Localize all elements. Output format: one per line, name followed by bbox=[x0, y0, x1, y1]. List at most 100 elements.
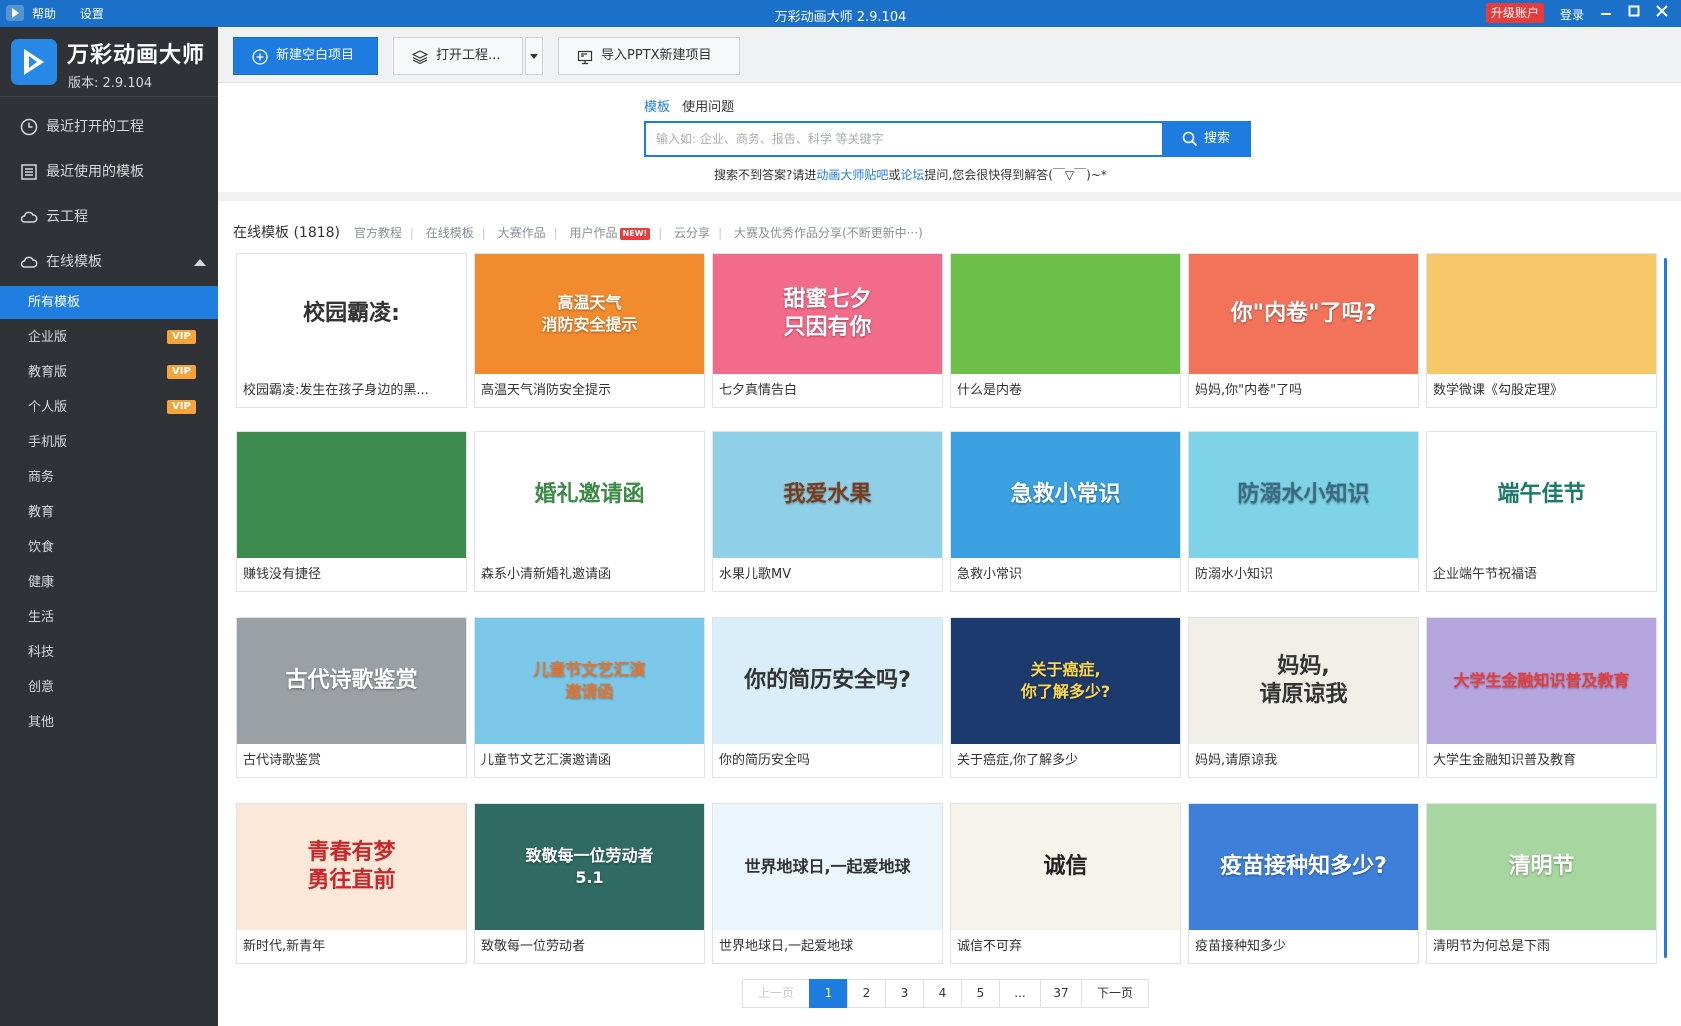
thumbnail-title: 致敬每一位劳动者 5.1 bbox=[525, 846, 654, 887]
template-caption: 你的简历安全吗 bbox=[719, 753, 811, 768]
thumbnail-title: 疫苗接种知多少? bbox=[1220, 854, 1387, 879]
page-button[interactable]: 4 bbox=[923, 979, 962, 1008]
template-thumbnail bbox=[1427, 254, 1656, 374]
vip-badge: VIP bbox=[167, 400, 196, 414]
template-card[interactable]: 儿童节文艺汇演 邀请函 儿童节文艺汇演邀请函 bbox=[474, 617, 705, 778]
new-blank-project-button[interactable]: 新建空白项目 bbox=[233, 37, 378, 75]
category-health[interactable]: 健康 bbox=[0, 566, 218, 599]
search-button[interactable]: 搜索 bbox=[1164, 121, 1251, 157]
template-card[interactable]: 我爱水果 水果儿歌MV bbox=[712, 431, 943, 592]
upgrade-account-button[interactable]: 升级账户 bbox=[1486, 3, 1545, 23]
filter-tab-user-works[interactable]: 用户作品 NEW! bbox=[570, 226, 651, 240]
template-card[interactable]: 校园霸凌: 校园霸凌:发生在孩子身边的黑... bbox=[236, 253, 467, 408]
category-food[interactable]: 饮食 bbox=[0, 531, 218, 564]
template-card[interactable]: 数学微课《勾股定理》 bbox=[1426, 253, 1657, 408]
template-card[interactable]: 什么是内卷 bbox=[950, 253, 1181, 408]
template-caption: 大学生金融知识普及教育 bbox=[1433, 753, 1577, 768]
maximize-icon[interactable] bbox=[1624, 3, 1644, 23]
filter-tab-contest-share[interactable]: 大赛及优秀作品分享(不断更新中···) bbox=[734, 226, 923, 240]
template-caption: 诚信不可弃 bbox=[957, 939, 1023, 954]
page-button[interactable]: ... bbox=[999, 979, 1041, 1008]
category-label: 创意 bbox=[28, 680, 55, 695]
template-caption: 校园霸凌:发生在孩子身边的黑... bbox=[243, 383, 429, 398]
template-card[interactable]: 甜蜜七夕 只因有你 七夕真情告白 bbox=[712, 253, 943, 408]
search-tab-template[interactable]: 模板 bbox=[644, 100, 670, 115]
filter-tab-cloud-share[interactable]: 云分享 bbox=[674, 226, 710, 240]
category-label: 饮食 bbox=[28, 540, 55, 555]
category-mobile[interactable]: 手机版 bbox=[0, 426, 218, 459]
template-thumbnail: 清明节 bbox=[1427, 804, 1656, 930]
category-tech[interactable]: 科技 bbox=[0, 636, 218, 669]
template-thumbnail: 青春有梦 勇往直前 bbox=[237, 804, 466, 930]
forum-link[interactable]: 论坛 bbox=[900, 168, 924, 182]
thumbnail-title: 你的简历安全吗? bbox=[744, 668, 911, 693]
nav-recent-projects[interactable]: 最近打开的工程 bbox=[0, 110, 218, 144]
template-card[interactable]: 赚钱没有捷径 bbox=[236, 431, 467, 592]
thumbnail-title: 诚信 bbox=[1043, 854, 1088, 879]
search-input[interactable] bbox=[646, 123, 1162, 155]
template-card[interactable]: 致敬每一位劳动者 5.1 致敬每一位劳动者 bbox=[474, 803, 705, 964]
filter-tab-online[interactable]: 在线模板 bbox=[426, 226, 474, 240]
page-button[interactable]: 5 bbox=[961, 979, 1000, 1008]
login-link[interactable]: 登录 bbox=[1560, 6, 1584, 23]
nav-label: 在线模板 bbox=[46, 254, 102, 270]
nav-recent-templates[interactable]: 最近使用的模板 bbox=[0, 155, 218, 189]
template-card[interactable]: 端午佳节 企业端午节祝福语 bbox=[1426, 431, 1657, 592]
open-project-dropdown-icon[interactable] bbox=[525, 37, 543, 75]
category-education[interactable]: 教育 bbox=[0, 496, 218, 529]
template-card[interactable]: 清明节 清明节为何总是下雨 bbox=[1426, 803, 1657, 964]
page-button[interactable]: 1 bbox=[809, 979, 848, 1008]
vip-badge: VIP bbox=[167, 365, 196, 379]
template-caption: 企业端午节祝福语 bbox=[1433, 567, 1538, 582]
next-page-button[interactable]: 下一页 bbox=[1081, 979, 1149, 1008]
template-thumbnail: 儿童节文艺汇演 邀请函 bbox=[475, 618, 704, 744]
template-card[interactable]: 古代诗歌鉴赏 古代诗歌鉴赏 bbox=[236, 617, 467, 778]
template-thumbnail: 古代诗歌鉴赏 bbox=[237, 618, 466, 744]
scrollbar[interactable] bbox=[1664, 258, 1667, 958]
category-education-edition[interactable]: 教育版 VIP bbox=[0, 356, 218, 389]
app-logo-icon bbox=[11, 39, 57, 85]
close-icon[interactable] bbox=[1652, 3, 1672, 23]
collapse-caret-icon[interactable] bbox=[194, 259, 206, 266]
category-creative[interactable]: 创意 bbox=[0, 671, 218, 704]
template-card[interactable]: 关于癌症, 你了解多少? 关于癌症,你了解多少 bbox=[950, 617, 1181, 778]
template-thumbnail: 你的简历安全吗? bbox=[713, 618, 942, 744]
import-pptx-button[interactable]: 导入PPTX新建项目 bbox=[558, 37, 740, 75]
nav-cloud-projects[interactable]: 云工程 bbox=[0, 200, 218, 234]
template-card[interactable]: 高温天气 消防安全提示 高温天气消防安全提示 bbox=[474, 253, 705, 408]
tieba-link[interactable]: 动画大师贴吧 bbox=[816, 168, 888, 182]
category-other[interactable]: 其他 bbox=[0, 706, 218, 739]
open-project-button[interactable]: 打开工程... bbox=[393, 37, 523, 75]
template-card[interactable]: 疫苗接种知多少? 疫苗接种知多少 bbox=[1188, 803, 1419, 964]
template-card[interactable]: 诚信诚信不可弃 bbox=[950, 803, 1181, 964]
template-card[interactable]: 急救小常识 急救小常识 bbox=[950, 431, 1181, 592]
minimize-icon[interactable] bbox=[1596, 3, 1616, 23]
template-card[interactable]: 你"内卷"了吗? 妈妈,你"内卷"了吗 bbox=[1188, 253, 1419, 408]
template-card[interactable]: 防溺水小知识 防溺水小知识 bbox=[1188, 431, 1419, 592]
category-enterprise[interactable]: 企业版 VIP bbox=[0, 321, 218, 354]
template-card[interactable]: 大学生金融知识普及教育 大学生金融知识普及教育 bbox=[1426, 617, 1657, 778]
category-all[interactable]: 所有模板 bbox=[0, 286, 218, 319]
category-label: 科技 bbox=[28, 645, 55, 660]
prev-page-button[interactable]: 上一页 bbox=[742, 979, 810, 1008]
template-thumbnail: 校园霸凌: bbox=[237, 254, 466, 374]
template-card[interactable]: 婚礼邀请函 森系小清新婚礼邀请函 bbox=[474, 431, 705, 592]
filter-tab-contest[interactable]: 大赛作品 bbox=[498, 226, 546, 240]
category-business[interactable]: 商务 bbox=[0, 461, 218, 494]
category-life[interactable]: 生活 bbox=[0, 601, 218, 634]
nav-online-templates[interactable]: 在线模板 bbox=[0, 245, 218, 279]
template-grid: 校园霸凌: 校园霸凌:发生在孩子身边的黑... 高温天气 消防安全提示 高温天气消防安… bbox=[236, 253, 1658, 973]
filter-tab-official[interactable]: 官方教程 bbox=[354, 226, 402, 240]
template-caption: 防溺水小知识 bbox=[1195, 567, 1274, 582]
search-tab-question[interactable]: 使用问题 bbox=[682, 100, 734, 115]
template-card[interactable]: 青春有梦 勇往直前 新时代,新青年 bbox=[236, 803, 467, 964]
page-button[interactable]: 2 bbox=[847, 979, 886, 1008]
template-card[interactable]: 世界地球日,一起爱地球 世界地球日,一起爱地球 bbox=[712, 803, 943, 964]
template-card[interactable]: 你的简历安全吗? 你的简历安全吗 bbox=[712, 617, 943, 778]
thumbnail-title: 甜蜜七夕 只因有你 bbox=[783, 287, 872, 340]
template-card[interactable]: 妈妈, 请原谅我 妈妈,请原谅我 bbox=[1188, 617, 1419, 778]
category-personal[interactable]: 个人版 VIP bbox=[0, 391, 218, 424]
thumbnail-title: 关于癌症, 你了解多少? bbox=[1020, 660, 1111, 701]
page-button[interactable]: 3 bbox=[885, 979, 924, 1008]
page-button[interactable]: 37 bbox=[1040, 979, 1082, 1008]
